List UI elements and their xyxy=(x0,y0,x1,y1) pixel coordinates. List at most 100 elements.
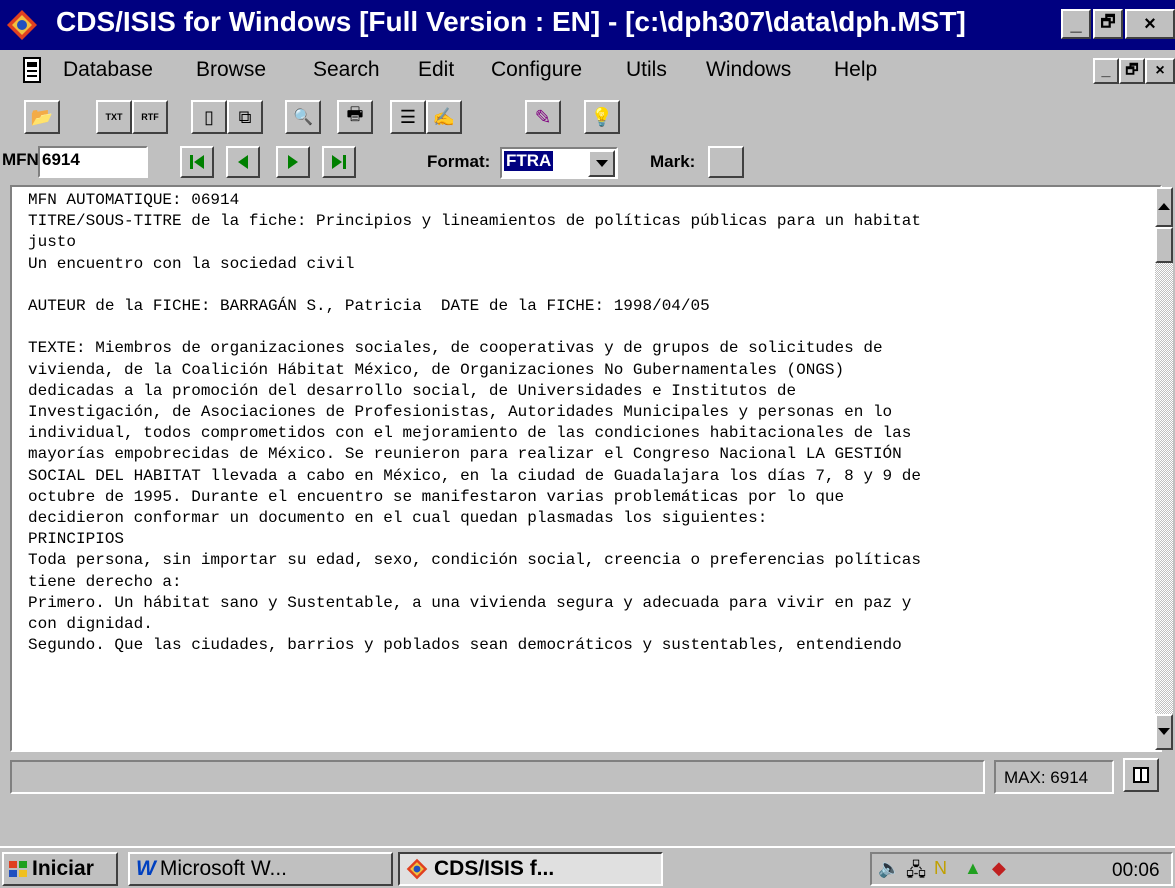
menu-utils[interactable]: Utils xyxy=(626,58,667,82)
export-txt-button[interactable]: TXT xyxy=(96,100,132,134)
mdi-minimize-button[interactable]: _ xyxy=(1093,58,1119,84)
vertical-scrollbar[interactable] xyxy=(1155,187,1173,750)
record-line: individual, todos comprometidos con el m… xyxy=(28,424,912,443)
word-icon: W xyxy=(136,857,156,880)
format-select-value: FTRA xyxy=(504,151,554,171)
book-icon xyxy=(1133,767,1149,783)
form-icon: ☰ xyxy=(399,106,417,127)
record-line: con dignidad. xyxy=(28,615,153,634)
menu-search[interactable]: Search xyxy=(313,58,380,82)
tray-app-icon[interactable]: ◆ xyxy=(992,858,1006,879)
record-line: Investigación, de Asociaciones de Profes… xyxy=(28,403,893,422)
format-select[interactable]: FTRA xyxy=(500,147,618,179)
window-title: CDS/ISIS for Windows [Full Version : EN]… xyxy=(56,6,966,37)
start-label: Iniciar xyxy=(32,857,94,880)
scroll-down-button[interactable] xyxy=(1155,714,1173,750)
chevron-down-icon xyxy=(595,159,608,167)
next-record-button[interactable] xyxy=(276,146,310,178)
antivirus-icon[interactable]: N xyxy=(934,858,947,879)
record-line: TITRE/SOUS-TITRE de la fiche: Principios… xyxy=(28,212,921,231)
record-line: Primero. Un hábitat sano y Sustentable, … xyxy=(28,593,912,612)
next-record-icon xyxy=(288,155,298,169)
menu-browse[interactable]: Browse xyxy=(196,58,266,82)
mdi-close-button[interactable]: × xyxy=(1145,58,1175,84)
menu-help[interactable]: Help xyxy=(834,58,877,82)
format-label: Format: xyxy=(427,152,491,171)
export-rtf-button[interactable]: RTF xyxy=(132,100,168,134)
close-window-button[interactable]: × xyxy=(1125,9,1175,39)
menu-windows[interactable]: Windows xyxy=(706,58,791,82)
arrow-up-icon xyxy=(1158,203,1170,210)
title-bar[interactable]: CDS/ISIS for Windows [Full Version : EN]… xyxy=(0,0,1175,50)
task-cds-isis[interactable]: CDS/ISIS f... xyxy=(398,852,663,886)
arrow-down-icon xyxy=(1158,728,1170,735)
previous-record-icon xyxy=(238,155,248,169)
edit-record-button[interactable]: ✎ xyxy=(525,100,561,134)
max-mfn-status: MAX: 6914 xyxy=(994,760,1114,794)
cds-isis-task-icon xyxy=(406,858,428,880)
record-line: justo xyxy=(28,233,77,252)
mark-checkbox[interactable] xyxy=(708,146,744,178)
new-record-icon: ▯ xyxy=(204,106,214,127)
record-line: Toda persona, sin importar su edad, sexo… xyxy=(28,551,921,570)
format-dropdown-button[interactable] xyxy=(588,150,615,177)
edit-form-button[interactable]: ✍ xyxy=(426,100,462,134)
record-line: TEXTE: Miembros de organizaciones social… xyxy=(28,339,883,358)
record-line: decidieron conformar un documento en el … xyxy=(28,509,768,528)
first-record-button[interactable] xyxy=(180,146,214,178)
form-button[interactable]: ☰ xyxy=(390,100,426,134)
record-line xyxy=(28,317,1138,338)
scroll-thumb[interactable] xyxy=(1155,227,1173,263)
previous-record-button[interactable] xyxy=(226,146,260,178)
print-button[interactable]: 🖶 xyxy=(337,100,373,134)
pencil-icon: ✎ xyxy=(534,106,552,129)
acrobat-icon[interactable]: ▲ xyxy=(964,858,982,879)
minimize-window-button[interactable]: _ xyxy=(1061,9,1091,39)
new-record-button[interactable]: ▯ xyxy=(191,100,227,134)
volume-icon[interactable]: 🔈 xyxy=(878,858,900,879)
edit-form-icon: ✍ xyxy=(432,106,456,127)
copy-record-icon: ⧉ xyxy=(238,106,252,127)
hint-button[interactable]: 💡 xyxy=(584,100,620,134)
record-line: Segundo. Que las ciudades, barrios y pob… xyxy=(28,636,902,655)
restore-window-button[interactable]: 🗗 xyxy=(1093,9,1123,39)
record-line: octubre de 1995. Durante el encuentro se… xyxy=(28,487,845,506)
record-text: MFN AUTOMATIQUE: 06914 TITRE/SOUS-TITRE d… xyxy=(28,190,1138,656)
record-line xyxy=(28,275,1138,296)
mfn-input[interactable]: 6914 xyxy=(38,146,148,178)
print-preview-button[interactable]: 🔍 xyxy=(285,100,321,134)
record-line: MFN AUTOMATIQUE: 06914 xyxy=(28,191,240,209)
record-line: SOCIAL DEL HABITAT llevada a cabo en Méx… xyxy=(28,466,921,485)
record-line: Un encuentro con la sociedad civil xyxy=(28,254,355,273)
record-display[interactable]: MFN AUTOMATIQUE: 06914 TITRE/SOUS-TITRE d… xyxy=(10,185,1162,752)
cds-isis-app-icon xyxy=(7,10,37,40)
open-database-button[interactable]: 📂 xyxy=(24,100,60,134)
menu-edit[interactable]: Edit xyxy=(418,58,454,82)
task-microsoft-word[interactable]: W Microsoft W... xyxy=(128,852,393,886)
export-txt-icon: TXT xyxy=(105,112,123,122)
record-line: tiene derecho a: xyxy=(28,572,182,591)
system-tray: 🔈 🖧 N ▲ ◆ 00:06 xyxy=(870,852,1173,886)
menu-bar: Database Browse Search Edit Configure Ut… xyxy=(0,52,1175,90)
network-icon[interactable]: 🖧 xyxy=(906,858,926,888)
windows-logo-icon xyxy=(9,861,27,877)
print-icon: 🖶 xyxy=(346,104,364,124)
print-preview-icon: 🔍 xyxy=(293,109,313,126)
record-line: AUTEUR de la FICHE: BARRAGÁN S., Patrici… xyxy=(28,297,710,316)
open-folder-icon: 📂 xyxy=(30,106,54,127)
document-menu-icon[interactable] xyxy=(22,57,42,83)
start-button[interactable]: Iniciar xyxy=(2,852,118,886)
record-line: mayorías empobrecidas de México. Se reun… xyxy=(28,445,902,464)
copy-record-button[interactable]: ⧉ xyxy=(227,100,263,134)
record-line: dedicadas a la promoción del desarrollo … xyxy=(28,381,797,400)
mark-label: Mark: xyxy=(650,152,696,171)
menu-configure[interactable]: Configure xyxy=(491,58,582,82)
menu-database[interactable]: Database xyxy=(63,58,153,82)
clock: 00:06 xyxy=(1112,860,1160,881)
scroll-up-button[interactable] xyxy=(1155,187,1173,227)
mfn-label: MFN xyxy=(2,150,39,169)
book-button[interactable] xyxy=(1123,758,1159,792)
mdi-restore-button[interactable]: 🗗 xyxy=(1119,58,1145,84)
last-record-icon xyxy=(332,155,346,169)
last-record-button[interactable] xyxy=(322,146,356,178)
